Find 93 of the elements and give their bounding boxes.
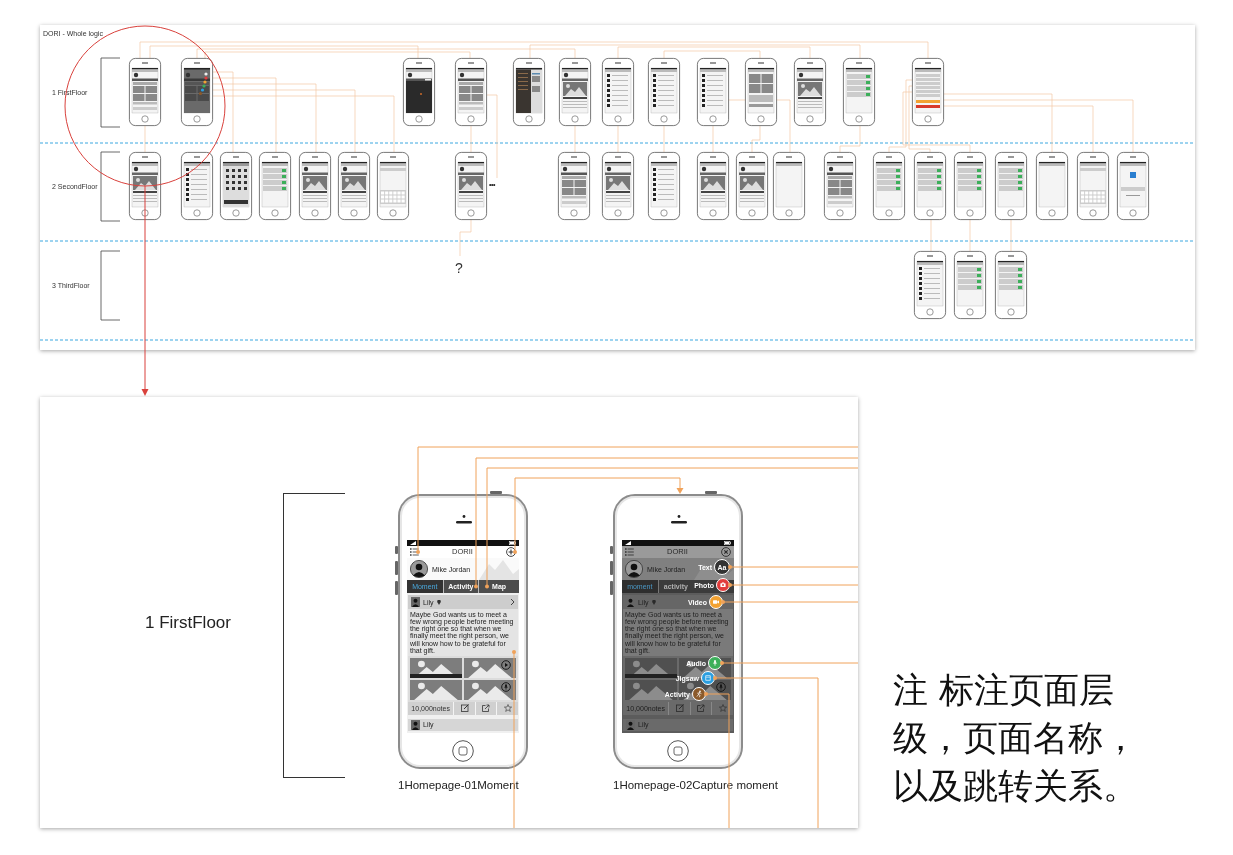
phone-screen-drawing [602, 152, 634, 220]
phone-screen-drawing [181, 58, 213, 126]
phone-screen-drawing [745, 58, 777, 126]
location-pin-icon [436, 599, 441, 605]
phone-screen-drawing [455, 152, 487, 220]
phone-screen-drawing [912, 58, 944, 126]
share-icon[interactable] [482, 704, 491, 713]
phone-screen-drawing [995, 251, 1027, 319]
side-button[interactable] [705, 491, 717, 494]
phone-screen-drawing [558, 152, 590, 220]
side-button[interactable] [610, 581, 613, 595]
caption-strip [625, 674, 677, 678]
side-button[interactable] [490, 491, 502, 494]
side-button[interactable] [395, 561, 398, 575]
phone-screen-drawing [513, 58, 545, 126]
phone-screen-drawing [259, 152, 291, 220]
phone-screen-drawing [954, 152, 986, 220]
phone-screen-drawing [220, 152, 252, 220]
phone-screen-drawing [824, 152, 856, 220]
photo-placeholder [410, 679, 462, 700]
edit-icon[interactable] [460, 704, 469, 713]
annotation-note: 注 标注页面层级，页面名称，以及跳转关系。 [893, 669, 1139, 808]
phone-screen-drawing [873, 152, 905, 220]
star-icon[interactable] [503, 704, 512, 713]
add-icon[interactable] [506, 547, 516, 557]
phone-screen-drawing [736, 152, 768, 220]
phone-screen-drawing [129, 152, 161, 220]
earpiece-icon [670, 515, 688, 524]
connector-line [839, 125, 861, 153]
side-button[interactable] [395, 581, 398, 595]
photo-placeholder [464, 657, 516, 678]
caption-strip [410, 674, 462, 678]
phone-screen-drawing [455, 58, 487, 126]
floor-bracket [100, 250, 121, 321]
phone-screen-drawing [794, 58, 826, 126]
phone-screen-drawing [648, 58, 680, 126]
side-button[interactable] [395, 546, 398, 554]
earpiece-icon [455, 515, 473, 524]
avatar-icon [411, 597, 420, 607]
photo-placeholder [464, 679, 516, 700]
side-button[interactable] [610, 561, 613, 575]
connector-line [459, 218, 472, 257]
mountain-backdrop [479, 558, 519, 580]
side-button[interactable] [610, 546, 613, 554]
avatar-icon [626, 719, 635, 730]
screen-caption: 1Homepage-02Capture moment [613, 779, 778, 791]
phone-screen-drawing [559, 58, 591, 126]
connector-line [470, 125, 472, 153]
phone-screen-drawing [697, 152, 729, 220]
phone-screen-drawing [1077, 152, 1109, 220]
phone-screen-drawing [403, 58, 435, 126]
floor-label: 1 FirstFloor [145, 613, 231, 633]
avatar-icon [411, 719, 420, 730]
microphone-icon[interactable] [716, 681, 726, 692]
connector-line [930, 218, 932, 252]
phone-screen-drawing [843, 58, 875, 126]
connector-line [617, 125, 619, 153]
connector-line [663, 125, 665, 153]
floor-bracket [100, 151, 121, 222]
phone-screen-drawing [1036, 152, 1068, 220]
chevron-icon[interactable] [510, 598, 515, 606]
home-button-icon[interactable] [667, 740, 689, 762]
share-icon[interactable] [697, 704, 706, 713]
phone-screen-drawing [914, 251, 946, 319]
avatar-icon [626, 597, 635, 607]
phone-screen-drawing [697, 58, 729, 126]
question-mark: ? [455, 260, 463, 276]
connector-line [969, 218, 971, 252]
phone-screen-drawing [954, 251, 986, 319]
microphone-icon[interactable] [501, 681, 511, 692]
phone-screen-drawing [299, 152, 331, 220]
screen-caption: 1Homepage-01Moment [398, 779, 519, 791]
phone-screen-drawing [602, 58, 634, 126]
floor-bracket [100, 57, 121, 128]
phone-screen-drawing [995, 152, 1027, 220]
phone-screen-drawing [648, 152, 680, 220]
phone-screen-drawing [773, 152, 805, 220]
phone-screen-drawing [129, 58, 161, 126]
phone-screen-drawing [338, 152, 370, 220]
home-button-icon[interactable] [452, 740, 474, 762]
star-icon[interactable] [718, 704, 727, 713]
connector-line [1010, 218, 1012, 252]
avatar-icon [410, 560, 428, 578]
play-icon[interactable] [501, 659, 511, 670]
location-pin-icon [651, 599, 656, 605]
phone-screen-drawing [377, 152, 409, 220]
phone-screen-drawing [181, 152, 213, 220]
connector-line [144, 125, 146, 153]
phone-screen-drawing [914, 152, 946, 220]
close-icon[interactable] [721, 547, 731, 557]
connector-line [574, 125, 576, 153]
phone-screen-drawing [1117, 152, 1149, 220]
battery-icon [724, 541, 731, 545]
